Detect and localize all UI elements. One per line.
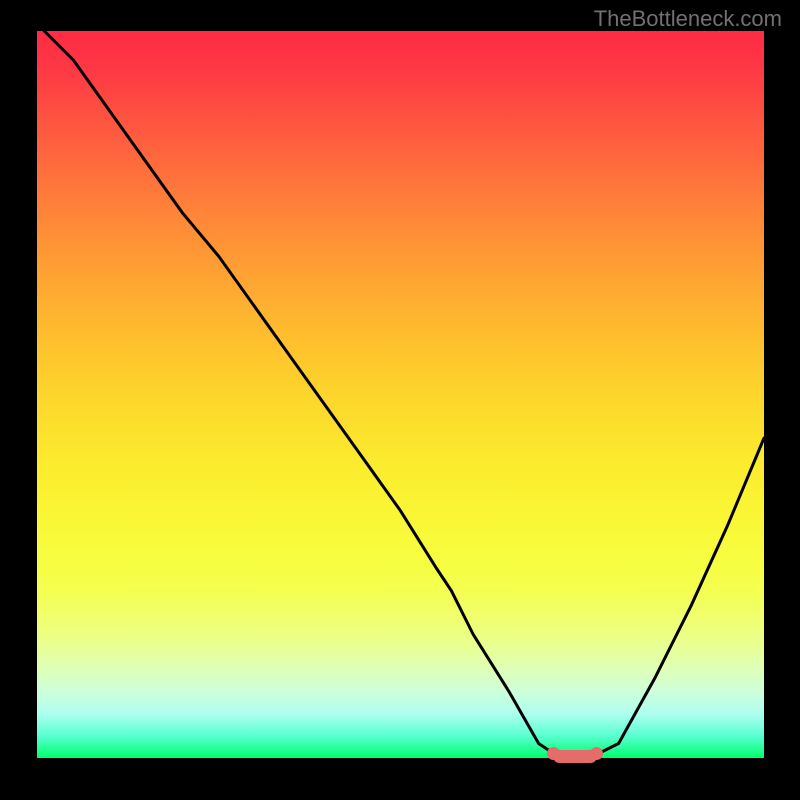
optimal-end-dot <box>590 747 603 760</box>
optimal-start-dot <box>547 747 560 760</box>
watermark-text: TheBottleneck.com <box>594 6 782 32</box>
bottleneck-curve <box>37 31 764 758</box>
chart-plot-area <box>37 31 764 758</box>
